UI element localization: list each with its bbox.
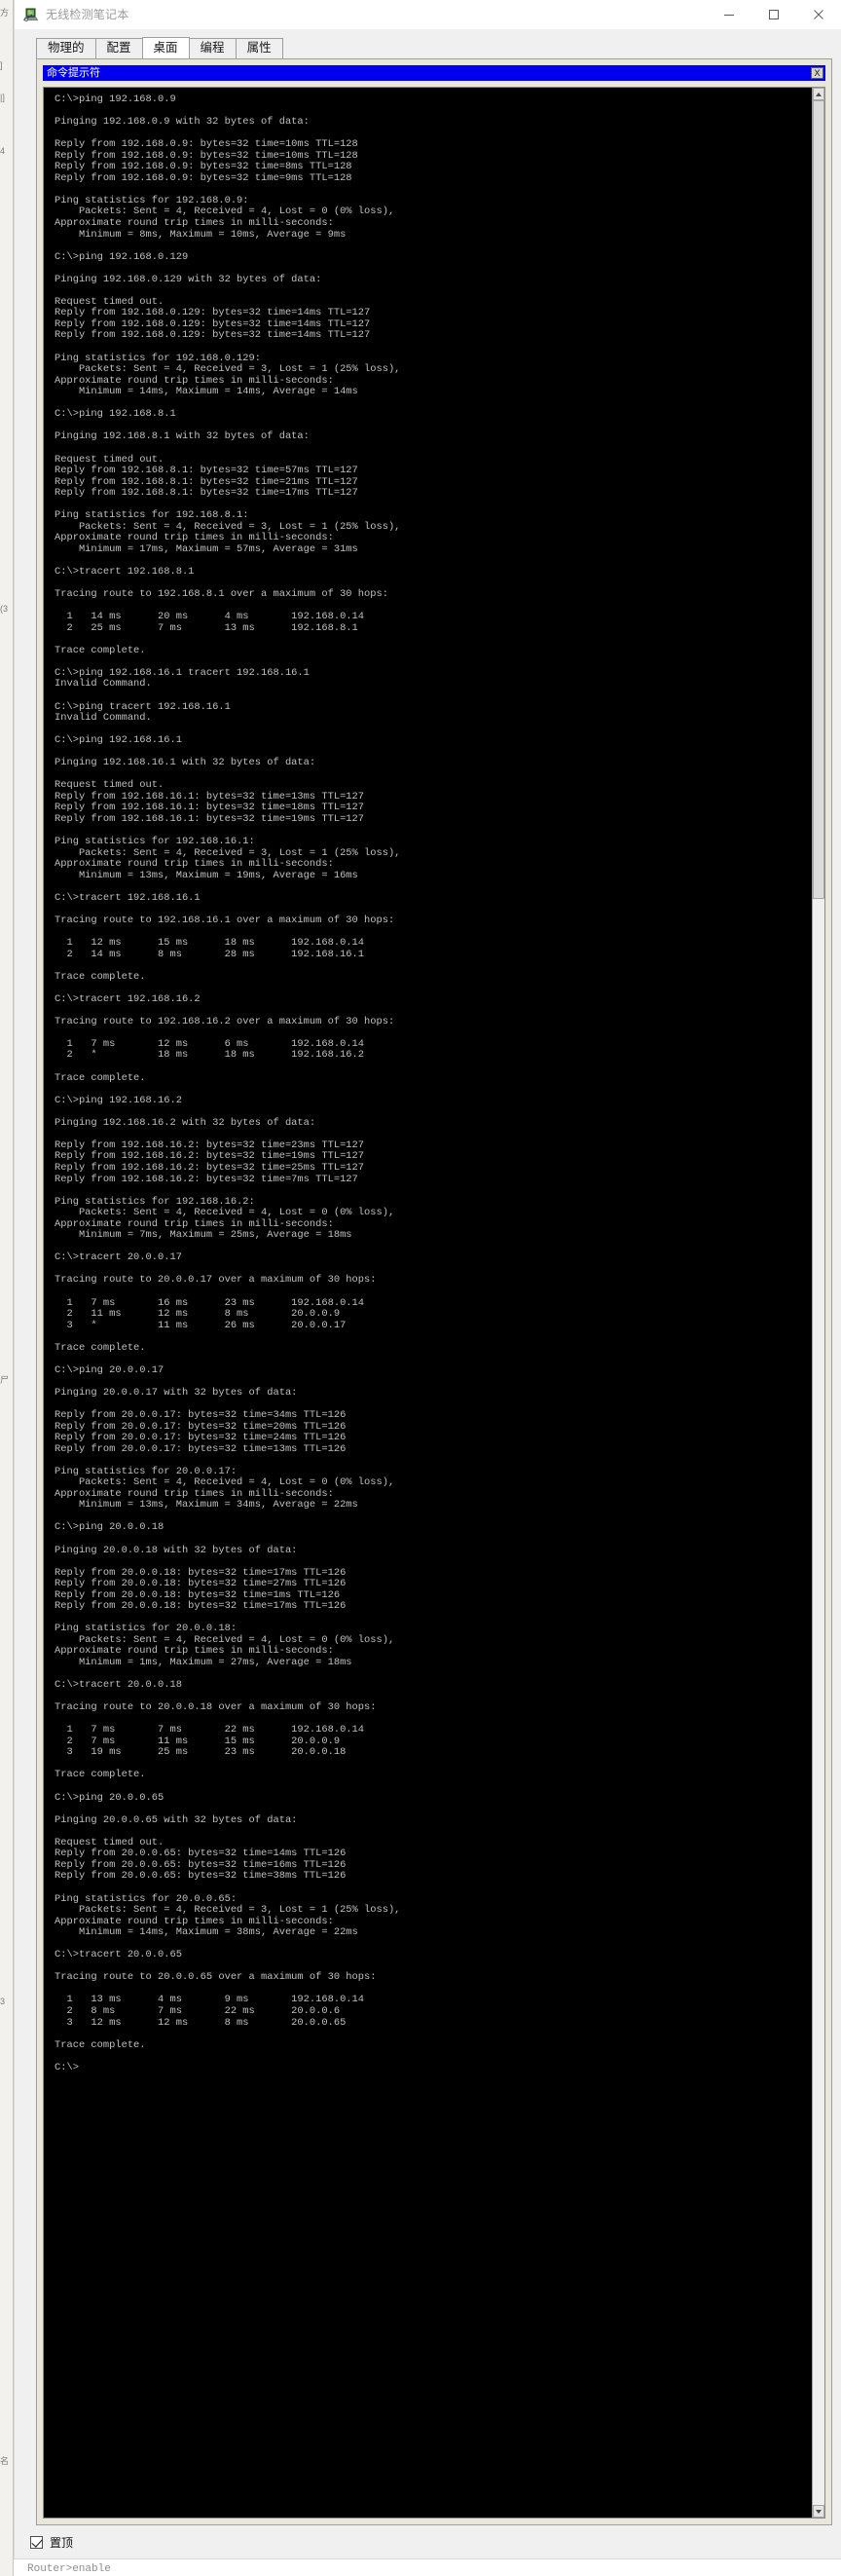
checkbox-checked-icon[interactable]	[30, 2535, 43, 2549]
terminal-area: C:\>ping 192.168.0.9 Pinging 192.168.0.9…	[43, 87, 825, 2519]
scroll-down-button[interactable]	[813, 2505, 824, 2518]
bg-fragment: (3	[0, 604, 9, 614]
bg-fragment: 方	[0, 8, 10, 18]
minimize-icon[interactable]	[707, 0, 751, 29]
tab-desktop[interactable]: 桌面	[141, 37, 190, 58]
bg-fragment: 3	[0, 1997, 6, 2006]
close-icon[interactable]	[796, 0, 841, 29]
command-prompt-title: 命令提示符	[47, 66, 100, 79]
bg-fragment: 名	[0, 2456, 10, 2466]
workspace-left-edge: 方 ] |] 4 (3 尸 3 名	[0, 0, 14, 2576]
tab-programming[interactable]: 编程	[188, 38, 237, 58]
terminal-output[interactable]: C:\>ping 192.168.0.9 Pinging 192.168.0.9…	[44, 88, 812, 2518]
window-footer: 置顶	[15, 2525, 841, 2558]
desktop-tab-panel: 命令提示符 X C:\>ping 192.168.0.9 Pinging 192…	[36, 58, 832, 2525]
scrollbar-track[interactable]	[813, 100, 824, 2505]
tab-strip: 物理的 配置 桌面 编程 属性	[36, 37, 283, 58]
bg-fragment: |]	[0, 93, 5, 102]
always-on-top-label: 置顶	[50, 2535, 74, 2550]
laptop-wireless-icon	[22, 7, 39, 22]
tab-strip-area: 物理的 配置 桌面 编程 属性	[15, 29, 841, 58]
tab-attributes[interactable]: 属性	[235, 38, 283, 58]
command-prompt-app: 命令提示符 X C:\>ping 192.168.0.9 Pinging 192…	[43, 65, 825, 2519]
background-console-text: Router>enable	[27, 2563, 111, 2575]
bg-fragment: 4	[0, 146, 6, 156]
device-window: 无线检测笔记本 物理的 配置 桌面 编程 属性 命令提示符 X C:\>ping…	[14, 0, 841, 2559]
window-title: 无线检测笔记本	[46, 8, 129, 21]
always-on-top-checkbox[interactable]: 置顶	[30, 2534, 73, 2551]
scroll-up-button[interactable]	[813, 88, 824, 100]
command-prompt-title-bar[interactable]: 命令提示符 X	[43, 65, 825, 81]
tab-config[interactable]: 配置	[94, 38, 143, 58]
window-controls	[707, 0, 841, 29]
command-prompt-close-button[interactable]: X	[811, 67, 823, 79]
chevron-up-icon	[816, 92, 822, 96]
terminal-scrollbar[interactable]	[812, 88, 824, 2518]
chevron-down-icon	[816, 2509, 822, 2514]
maximize-icon[interactable]	[751, 0, 796, 29]
bg-fragment: 尸	[0, 1375, 10, 1385]
bg-fragment: ]	[0, 60, 3, 70]
window-title-bar[interactable]: 无线检测笔记本	[15, 0, 841, 29]
scrollbar-thumb[interactable]	[813, 100, 824, 899]
tab-physical[interactable]: 物理的	[36, 38, 96, 58]
